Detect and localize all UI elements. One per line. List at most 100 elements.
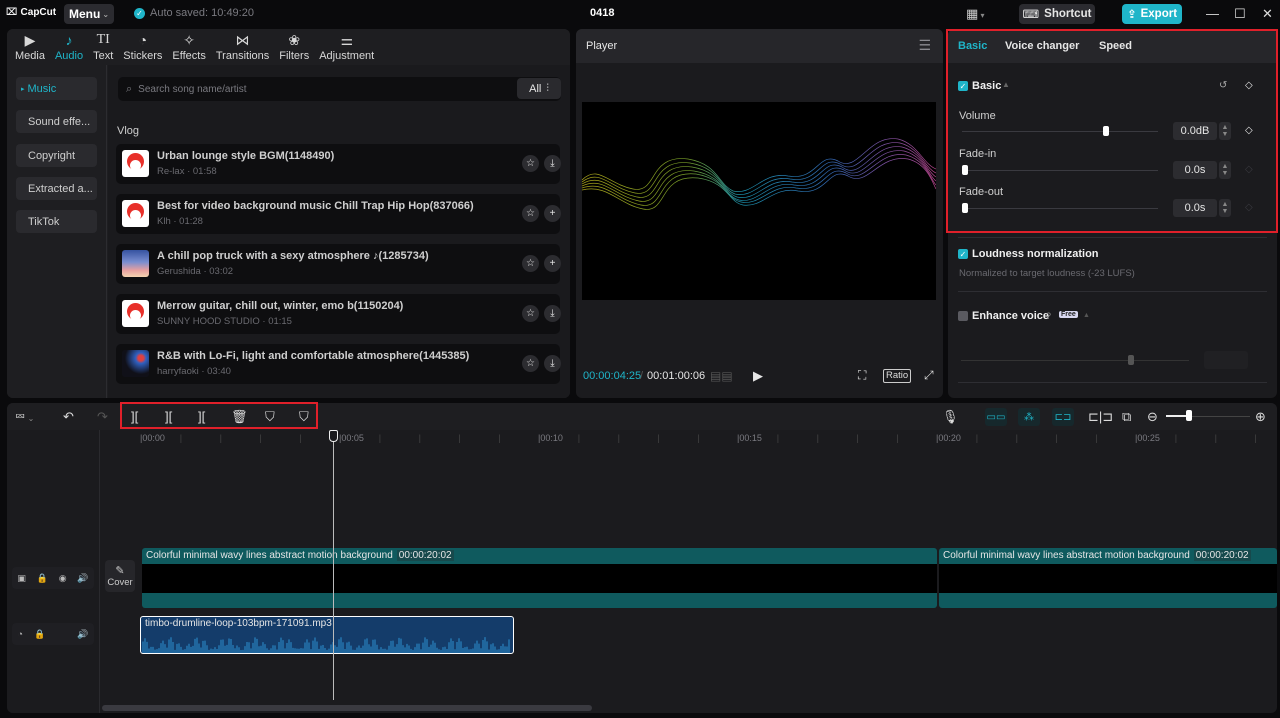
- linkage-button[interactable]: ⊏⊐: [1052, 408, 1074, 426]
- ruler-minor-tick: |: [856, 433, 859, 443]
- download-button[interactable]: ⤓: [544, 305, 561, 322]
- download-button[interactable]: ⤓: [544, 355, 561, 372]
- ruler-minor-tick: |: [1095, 433, 1098, 443]
- video-preview[interactable]: [581, 102, 937, 300]
- select-tool-button[interactable]: ⮹ ⌄: [15, 409, 34, 425]
- search-input[interactable]: ⌕ Search song name/artist: [118, 77, 561, 101]
- loudness-description: Normalized to target loudness (-23 LUFS): [959, 268, 1135, 279]
- loudness-checkbox[interactable]: ✓: [958, 249, 968, 259]
- ratio-button[interactable]: Ratio: [883, 369, 912, 383]
- favorite-button[interactable]: ☆: [522, 255, 539, 272]
- tab-stickers[interactable]: ◔ Stickers: [118, 29, 167, 65]
- zoom-fit-button[interactable]: ⛶: [858, 368, 866, 383]
- tab-label: Text: [93, 50, 114, 62]
- help-icon[interactable]: ?: [1046, 311, 1051, 321]
- record-audio-button[interactable]: 🎙: [942, 409, 959, 425]
- sidebar-item-tiktok[interactable]: TikTok: [16, 210, 97, 233]
- cover-button[interactable]: ✎ Cover: [105, 560, 135, 592]
- tab-adjustment[interactable]: ⚌ Adjustment: [314, 29, 379, 65]
- list-item[interactable]: Urban lounge style BGM(1148490) Re-lax ·…: [116, 144, 561, 184]
- zoom-out-button[interactable]: ⊖: [1147, 409, 1158, 425]
- media-panel: ▶ Media ♪ Audio TI Text ◔ Stickers ✧ Effects …: [7, 29, 570, 398]
- undo-button[interactable]: ↶: [63, 409, 74, 425]
- sidebar-item-music[interactable]: ▸ Music: [16, 77, 97, 100]
- ruler-minor-tick: |: [1015, 433, 1018, 443]
- sidebar-item-sound-effects[interactable]: Sound effe...: [16, 110, 97, 133]
- favorite-button[interactable]: ☆: [522, 205, 539, 222]
- video-clip[interactable]: Colorful minimal wavy lines abstract mot…: [939, 548, 1277, 608]
- timeline-horizontal-scrollbar[interactable]: [102, 705, 592, 711]
- audio-clip-name: timbo-drumline-loop-103bpm-171091.mp3: [145, 618, 332, 629]
- track-thumbnail: [122, 300, 149, 327]
- clip-label: Colorful minimal wavy lines abstract mot…: [146, 550, 454, 561]
- edit-pencil-icon: ✎: [115, 565, 125, 577]
- speaker-icon[interactable]: 🔊: [77, 573, 88, 584]
- minimize-button[interactable]: —: [1206, 6, 1219, 21]
- hamburger-menu-icon[interactable]: ☰: [918, 37, 931, 54]
- preview-axis-button[interactable]: ⊏|⊐: [1088, 409, 1113, 425]
- list-item[interactable]: Merrow guitar, chill out, winter, emo b(…: [116, 294, 561, 334]
- filter-icon: ⫶: [546, 83, 549, 94]
- zoom-in-button[interactable]: ⊕: [1255, 409, 1266, 425]
- tab-audio[interactable]: ♪ Audio: [50, 29, 88, 65]
- divider: [958, 291, 1267, 292]
- play-button[interactable]: ▶: [753, 368, 763, 384]
- tab-media[interactable]: ▶ Media: [10, 29, 50, 65]
- playhead-line[interactable]: [333, 430, 334, 700]
- sidebar-item-extracted-audio[interactable]: Extracted a...: [16, 177, 97, 200]
- list-item[interactable]: R&B with Lo-Fi, light and comfortable at…: [116, 344, 561, 384]
- export-button[interactable]: ⇪ Export: [1122, 4, 1182, 24]
- music-list-area: ⌕ Search song name/artist All ⫶ Vlog Urb…: [108, 65, 570, 398]
- zoom-in-icon: ⊕: [1255, 409, 1266, 424]
- star-icon: ☆: [526, 158, 535, 169]
- project-title[interactable]: 0418: [590, 7, 614, 19]
- video-clip[interactable]: Colorful minimal wavy lines abstract mot…: [142, 548, 937, 608]
- tab-transitions[interactable]: ⋈ Transitions: [211, 29, 274, 65]
- playhead-handle[interactable]: [329, 430, 338, 442]
- add-button[interactable]: +: [544, 205, 561, 222]
- focus-search-icon: ⛶: [858, 368, 867, 382]
- list-item[interactable]: A chill pop truck with a sexy atmosphere…: [116, 244, 561, 284]
- lock-icon[interactable]: 🔒: [37, 573, 48, 584]
- tab-effects[interactable]: ✧ Effects: [167, 29, 210, 65]
- tab-text[interactable]: TI Text: [88, 29, 118, 65]
- enhance-voice-checkbox[interactable]: [958, 311, 968, 321]
- filter-all-button[interactable]: All ⫶: [517, 78, 561, 99]
- zoom-to-fit-button[interactable]: ⧉: [1122, 409, 1131, 425]
- favorite-button[interactable]: ☆: [522, 305, 539, 322]
- eye-icon[interactable]: ◉: [59, 573, 67, 584]
- speaker-icon[interactable]: 🔊: [77, 629, 88, 640]
- add-button[interactable]: +: [544, 255, 561, 272]
- sidebar-item-copyright[interactable]: Copyright: [16, 144, 97, 167]
- favorite-button[interactable]: ☆: [522, 155, 539, 172]
- redo-button[interactable]: ↷: [97, 409, 108, 425]
- collapse-icon[interactable]: ▲: [1083, 312, 1090, 319]
- highlight-box-edit-tools: [120, 402, 318, 429]
- close-button[interactable]: ✕: [1262, 6, 1273, 22]
- menu-button[interactable]: Menu ⌄: [64, 4, 114, 24]
- ruler-tick-label: |00:10: [538, 433, 563, 443]
- sticker-icon: ◔: [138, 32, 148, 48]
- audio-clip[interactable]: timbo-drumline-loop-103bpm-171091.mp3: [140, 616, 514, 654]
- tab-filters[interactable]: ❀ Filters: [274, 29, 314, 65]
- chevron-down-icon: ▾: [978, 11, 985, 20]
- fullscreen-button[interactable]: ⤢: [924, 368, 934, 383]
- timeline-ruler[interactable]: |00:00 | | | | |00:05 | | | | |00:10 | | | | |00:15 | | | |…: [100, 430, 1277, 446]
- main-track-magnet-button[interactable]: ▭▭: [985, 408, 1007, 426]
- lock-icon[interactable]: 🔒: [34, 629, 45, 640]
- tab-label: Transitions: [215, 50, 270, 62]
- tab-label: Filters: [279, 50, 310, 62]
- favorite-button[interactable]: ☆: [522, 355, 539, 372]
- maximize-button[interactable]: ☐: [1234, 6, 1246, 22]
- shortcut-button[interactable]: ⌨ Shortcut: [1019, 4, 1095, 24]
- ruler-tick-label: |00:00: [140, 433, 165, 443]
- ruler-minor-tick: |: [179, 433, 183, 443]
- list-item[interactable]: Best for video background music Chill Tr…: [116, 194, 561, 234]
- timeline-zoom-handle[interactable]: [1185, 410, 1192, 421]
- timecode-grid-icon[interactable]: ▤▤: [710, 369, 733, 383]
- auto-snap-button[interactable]: ⁂: [1018, 408, 1040, 426]
- plus-icon: +: [549, 208, 556, 219]
- download-button[interactable]: ⤓: [544, 155, 561, 172]
- tab-label: Stickers: [123, 50, 163, 62]
- layout-button[interactable]: ▦ ▾: [966, 6, 985, 22]
